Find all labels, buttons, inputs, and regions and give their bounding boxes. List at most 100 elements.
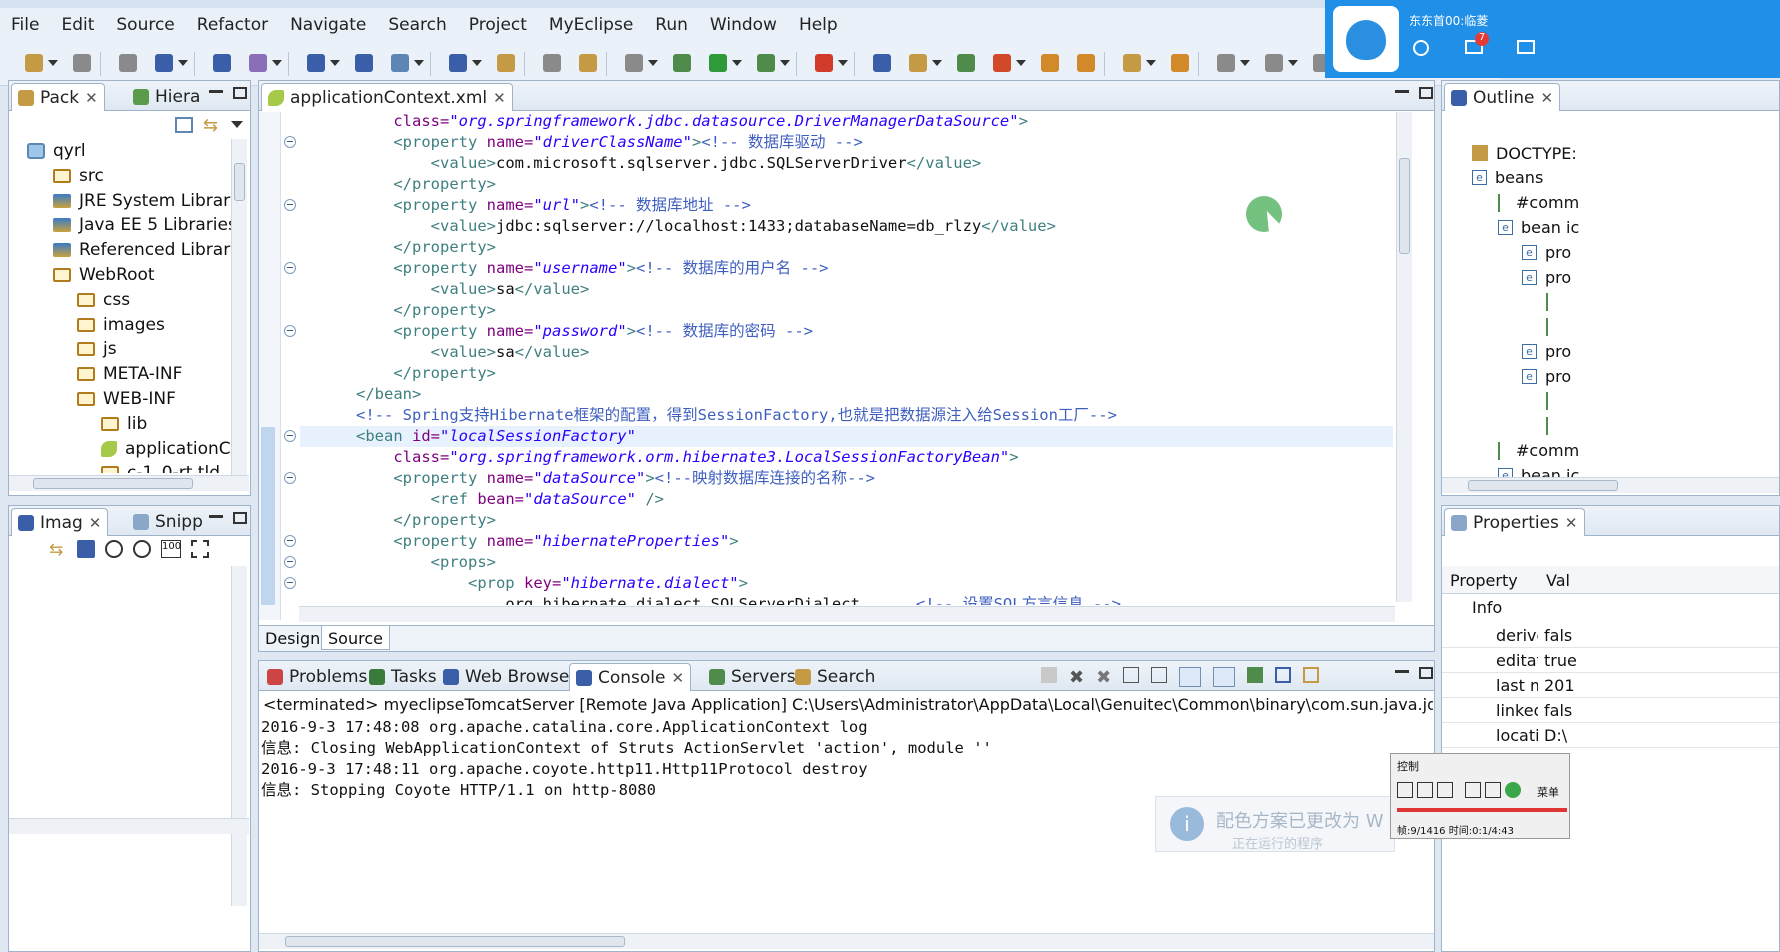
zoom-out-icon[interactable] [105,540,123,558]
property-row[interactable]: locati D:\ [1442,723,1779,748]
fold-toggle-icon[interactable] [284,472,296,484]
fit-window-icon[interactable] [191,540,209,558]
scroll-thumb[interactable] [1399,158,1410,254]
fold-toggle-icon[interactable] [284,262,296,274]
sync-icon[interactable]: ⇆ [49,540,67,560]
fold-toggle-icon[interactable] [284,136,296,148]
terminate-icon[interactable] [1041,667,1057,683]
tree-item[interactable]: Referenced Librarie [53,238,241,262]
tab-tasks[interactable]: Tasks [363,663,443,691]
record-icon[interactable] [1505,782,1521,798]
next-icon[interactable] [1437,782,1453,798]
outline-node[interactable]: DOCTYPE: [1472,141,1577,165]
tab-image[interactable]: Imag ✕ [11,508,109,536]
menu-search[interactable]: Search [377,15,457,35]
editor-vertical-scrollbar[interactable] [1396,112,1412,602]
tab-search[interactable]: Search [789,663,881,691]
scroll-thumb[interactable] [1468,480,1618,491]
new-project-icon[interactable] [152,51,188,75]
property-row[interactable]: last m 201 [1442,673,1779,698]
outline-node[interactable]: e pro [1522,265,1571,289]
fit-image-icon[interactable] [77,540,95,558]
tab-hierarchy[interactable]: Hiera [127,83,206,111]
run-external-icon[interactable] [754,51,790,75]
outline-node[interactable]: e pro [1522,240,1571,264]
player-menu[interactable]: 菜单 [1537,784,1559,800]
outline-node[interactable]: e pro [1522,339,1571,363]
tree-item[interactable]: lib [101,412,147,436]
tree-horizontal-scrollbar[interactable] [9,475,249,491]
property-row[interactable]: derive fals [1442,623,1779,648]
prev-icon[interactable] [1397,782,1413,798]
notification-widget[interactable]: 东东首00:临菱 7 [1325,0,1780,78]
outline-node[interactable] [1546,414,1564,438]
fold-toggle-icon[interactable] [284,577,296,589]
property-row[interactable]: linked fals [1442,698,1779,723]
tree-item[interactable]: js [77,337,117,361]
zoom-in-icon[interactable] [133,540,151,558]
collapse-all-icon[interactable] [175,117,193,133]
tab-servers[interactable]: Servers [703,663,802,691]
maximize-icon[interactable] [233,512,247,524]
refresh-icon[interactable] [954,51,978,75]
close-icon[interactable]: ✕ [1541,89,1554,107]
maximize-icon[interactable] [1419,667,1433,679]
pause-icon[interactable] [1417,782,1433,798]
tree-item[interactable]: WEB-INF [77,387,176,411]
close-icon[interactable]: ✕ [85,89,98,107]
tree-item[interactable]: qyrl [27,139,86,163]
tree-item[interactable]: css [77,288,130,312]
view-menu-icon[interactable] [231,121,243,128]
scroll-thumb[interactable] [234,163,245,201]
open-console-icon[interactable] [1303,667,1320,683]
build-icon[interactable] [870,51,894,75]
outline-node[interactable] [1546,315,1564,339]
fold-toggle-icon[interactable] [284,535,296,547]
close-icon[interactable]: ✕ [1565,514,1578,532]
view-icon[interactable] [1465,782,1481,798]
tree-item[interactable]: c-1_0-rt.tld [101,461,220,473]
close-icon[interactable]: ✕ [672,669,685,687]
run-icon[interactable] [706,51,742,75]
fold-toggle-icon[interactable] [284,199,296,211]
maximize-icon[interactable] [1419,87,1433,99]
tree-item[interactable]: src [53,164,104,188]
tree-item[interactable]: applicationCc [101,437,240,461]
menu-refactor[interactable]: Refactor [186,15,279,35]
task-icon[interactable] [1038,51,1062,75]
code-editor[interactable]: class="org.springframework.jdbc.datasour… [300,111,1390,605]
outline-node[interactable]: e bean ic [1498,215,1579,239]
player-progress[interactable] [1397,808,1567,812]
bookmark-icon[interactable] [990,51,1026,75]
outline-node[interactable]: #comm [1498,191,1579,215]
tab-web-browser[interactable]: Web Browser [437,663,582,691]
actual-size-icon[interactable]: 100 [161,540,181,558]
jump-icon[interactable] [1074,51,1098,75]
save-icon[interactable] [70,51,94,75]
back-icon[interactable] [1214,51,1250,75]
outline-node[interactable]: e pro [1522,364,1571,388]
stop-icon[interactable] [812,51,848,75]
scroll-lock-icon[interactable] [1151,667,1168,683]
tree-item[interactable]: META-INF [77,362,182,386]
image-horizontal-scrollbar[interactable] [9,818,249,834]
db-icon[interactable] [210,51,234,75]
history-icon[interactable] [540,51,564,75]
menu-source[interactable]: Source [105,15,185,35]
display-console-icon[interactable] [1275,667,1292,683]
open-folder-icon[interactable] [494,51,518,75]
maximize-icon[interactable] [233,87,247,99]
tab-application-context[interactable]: applicationContext.xml ✕ [261,83,513,111]
new-class-icon[interactable] [576,51,600,75]
tree-item[interactable]: Java EE 5 Libraries [53,213,237,237]
menu-help[interactable]: Help [788,15,849,35]
window-icon[interactable] [1517,40,1535,54]
minimize-icon[interactable] [209,90,223,93]
tab-outline[interactable]: Outline ✕ [1444,83,1561,111]
fullscreen-icon[interactable] [1485,782,1501,798]
property-row[interactable]: editat true [1442,648,1779,673]
debug-icon[interactable] [670,51,694,75]
hierarchy-icon[interactable] [906,51,942,75]
menu-run[interactable]: Run [644,15,699,35]
tab-source[interactable]: Source [321,626,390,650]
